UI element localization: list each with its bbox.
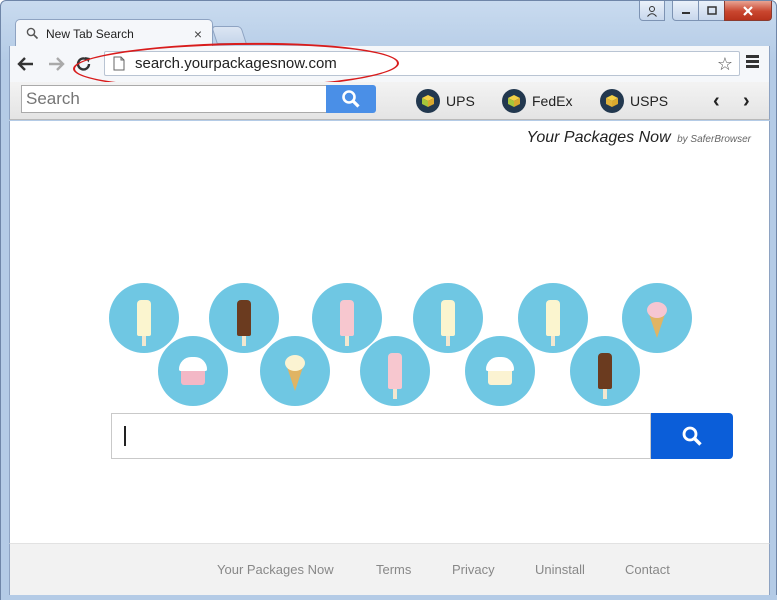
package-icon xyxy=(416,89,440,113)
footer-link-contact[interactable]: Contact xyxy=(625,562,670,577)
extension-toolbar: UPS FedEx USPS ‹ › xyxy=(9,82,770,120)
chevron-right-icon[interactable]: › xyxy=(743,90,750,113)
toolbar-search-button[interactable] xyxy=(326,85,376,113)
fedex-link[interactable]: FedEx xyxy=(502,89,572,113)
menu-bar xyxy=(746,60,759,63)
usps-label: USPS xyxy=(630,93,669,109)
menu-bar xyxy=(746,65,759,68)
brand-name: Your Packages Now xyxy=(526,129,671,146)
main-search-button[interactable] xyxy=(651,413,733,459)
new-tab-button[interactable] xyxy=(211,26,247,44)
brand-byline: by SaferBrowser xyxy=(677,134,751,145)
minimize-icon xyxy=(681,11,690,14)
popsicle-illustration xyxy=(518,283,588,353)
popsicle-illustration xyxy=(570,336,640,406)
ups-link[interactable]: UPS xyxy=(416,89,475,113)
close-window-button[interactable] xyxy=(724,1,772,21)
tab-title: New Tab Search xyxy=(46,26,134,41)
footer-link-home[interactable]: Your Packages Now xyxy=(217,562,334,577)
bookmark-star-icon[interactable]: ☆ xyxy=(717,54,733,75)
toolbar-search-input[interactable] xyxy=(21,85,327,113)
browser-menu-button[interactable] xyxy=(746,55,759,70)
footer-link-uninstall[interactable]: Uninstall xyxy=(535,562,585,577)
minimize-button[interactable] xyxy=(672,1,699,21)
close-icon xyxy=(743,5,753,16)
page-content: Your Packages Now by SaferBrowser xyxy=(9,121,770,543)
main-search-input[interactable] xyxy=(111,413,651,459)
cupcake-illustration xyxy=(158,336,228,406)
ups-label: UPS xyxy=(446,93,475,109)
popsicle-illustration xyxy=(312,283,382,353)
maximize-icon xyxy=(706,5,717,15)
footer-link-privacy[interactable]: Privacy xyxy=(452,562,495,577)
popsicle-illustration xyxy=(413,283,483,353)
package-icon xyxy=(502,89,526,113)
arrow-left-icon xyxy=(17,57,33,71)
menu-bar xyxy=(746,55,759,58)
brand-title: Your Packages Now by SaferBrowser xyxy=(527,129,751,147)
footer-link-terms[interactable]: Terms xyxy=(376,562,411,577)
popsicle-illustration xyxy=(360,336,430,406)
search-icon xyxy=(682,426,702,446)
arrow-right-icon xyxy=(49,57,65,71)
user-icon xyxy=(647,5,657,17)
usps-link[interactable]: USPS xyxy=(600,89,668,113)
search-icon xyxy=(26,27,40,41)
search-icon xyxy=(342,90,360,108)
cupcake-illustration xyxy=(465,336,535,406)
browser-window: New Tab Search × search.yourpackagesnow.… xyxy=(0,0,777,600)
text-cursor xyxy=(124,426,126,446)
ice-cream-cone-illustration xyxy=(622,283,692,353)
package-icon xyxy=(600,89,624,113)
maximize-button[interactable] xyxy=(698,1,725,21)
user-profile-button[interactable] xyxy=(639,1,665,21)
page-footer: Your Packages Now Terms Privacy Uninstal… xyxy=(9,543,770,595)
popsicle-illustration xyxy=(109,283,179,353)
popsicle-illustration xyxy=(209,283,279,353)
back-button[interactable] xyxy=(16,54,36,74)
tab-close-icon[interactable]: × xyxy=(194,26,202,42)
window-bottom-border xyxy=(1,595,777,600)
fedex-label: FedEx xyxy=(532,93,573,109)
chevron-left-icon[interactable]: ‹ xyxy=(713,90,720,113)
tab-new-tab-search[interactable]: New Tab Search × xyxy=(15,19,213,47)
forward-button[interactable] xyxy=(46,54,66,74)
ice-cream-cone-illustration xyxy=(260,336,330,406)
